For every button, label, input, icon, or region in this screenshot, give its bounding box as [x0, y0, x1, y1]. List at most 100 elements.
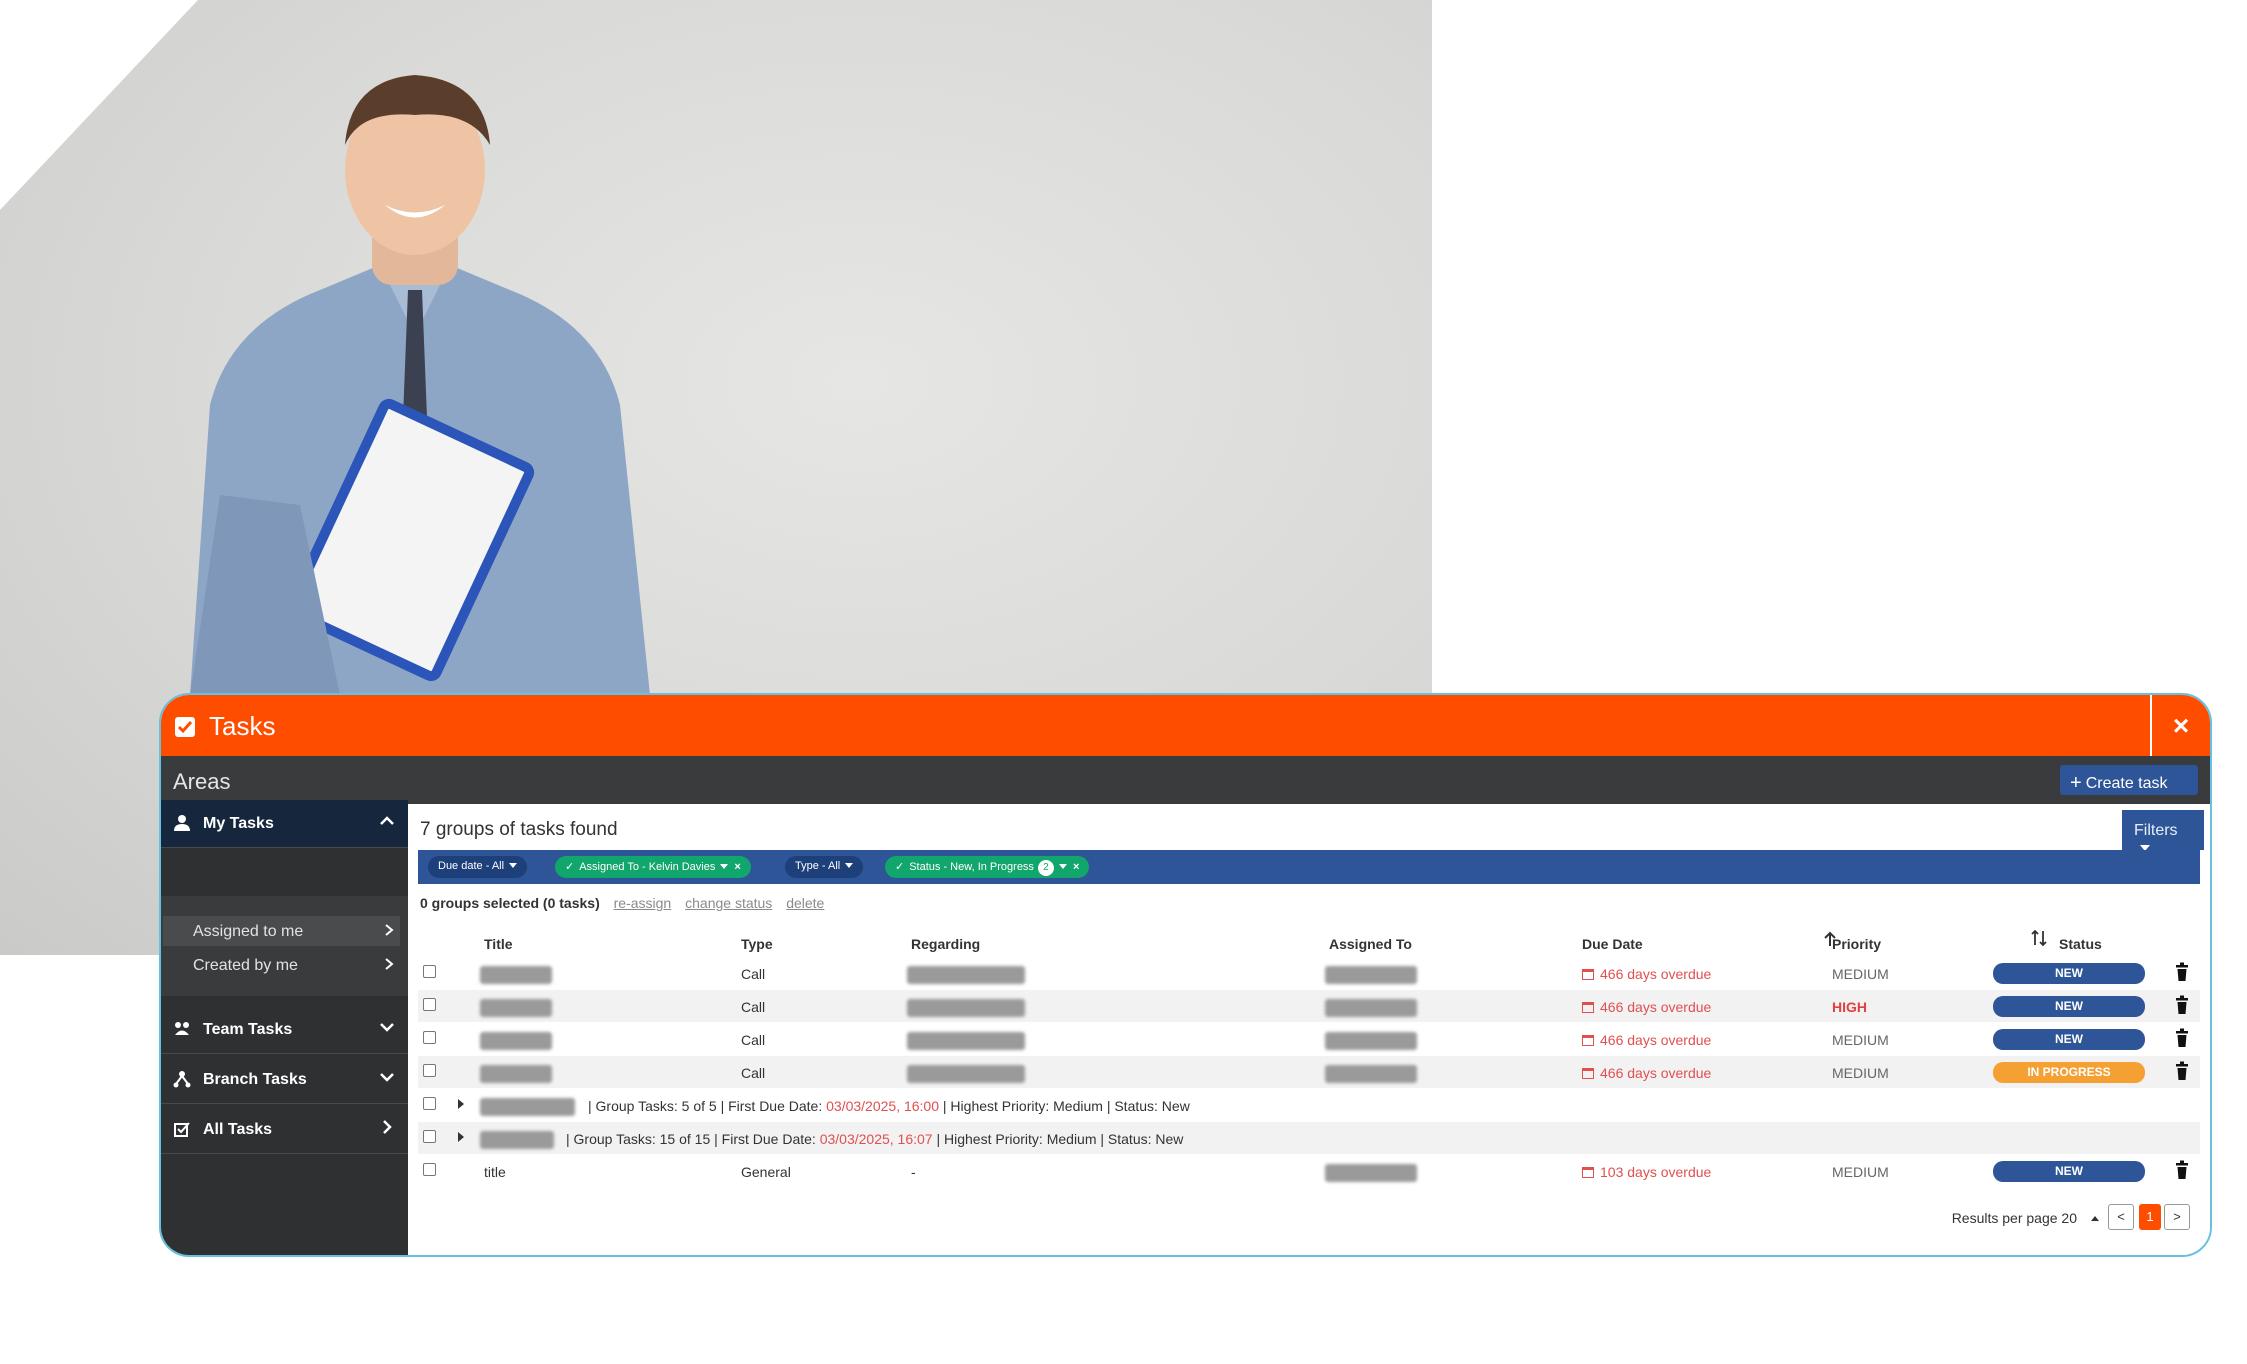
due-date: 466 days overdue	[1582, 1065, 1711, 1081]
assigned-to-redacted	[1325, 1164, 1417, 1182]
status-badge[interactable]: IN PROGRESS	[1993, 1062, 2145, 1083]
chevron-right-icon[interactable]	[378, 1118, 396, 1136]
group-summary: | Group Tasks: 5 of 5 | First Due Date: …	[588, 1098, 1190, 1114]
group-row[interactable]: | Group Tasks: 15 of 15 | First Due Date…	[418, 1122, 2200, 1154]
task-type: Call	[741, 966, 766, 982]
close-button[interactable]: ×	[2150, 695, 2210, 756]
task-title-redacted	[480, 999, 552, 1017]
row-checkbox[interactable]	[423, 1097, 436, 1110]
table-row[interactable]: Call 466 days overdue HIGH NEW	[418, 990, 2200, 1022]
all-tasks-icon	[174, 1122, 190, 1137]
column-priority[interactable]: Priority	[1832, 936, 1881, 952]
trash-icon[interactable]	[2175, 1160, 2189, 1180]
table-row[interactable]: Call 466 days overdue MEDIUM IN PROGRESS	[418, 1056, 2200, 1088]
caret-up-icon	[2091, 1216, 2099, 1221]
trash-icon[interactable]	[2175, 995, 2189, 1015]
plus-icon: +	[2070, 772, 2082, 794]
column-due-date[interactable]: Due Date	[1582, 936, 1643, 952]
calendar-icon	[1582, 1068, 1594, 1079]
caret-down-icon	[509, 863, 518, 868]
filter-chip-assigned-to[interactable]: ✓ Assigned To - Kelvin Davies ×	[555, 856, 751, 878]
filter-chip-type[interactable]: Type - All	[785, 856, 864, 878]
chevron-down-icon[interactable]	[378, 1018, 396, 1036]
status-badge[interactable]: NEW	[1993, 963, 2145, 984]
create-task-button[interactable]: + Create task	[2060, 765, 2198, 795]
column-type[interactable]: Type	[741, 936, 773, 952]
priority: MEDIUM	[1832, 966, 1889, 982]
trash-icon[interactable]	[2175, 1061, 2189, 1081]
table-header: Title Type Regarding Assigned To Due Dat…	[418, 925, 2200, 957]
subitem-created-by-me[interactable]: Created by me	[163, 950, 400, 980]
trash-icon[interactable]	[2175, 962, 2189, 982]
check-icon: ✓	[895, 861, 905, 873]
current-page[interactable]: 1	[2139, 1204, 2161, 1230]
status-badge[interactable]: NEW	[1993, 996, 2145, 1017]
results-per-page[interactable]: Results per page 20	[1952, 1210, 2099, 1226]
results-summary: 7 groups of tasks found	[420, 819, 618, 840]
table-row[interactable]: Call 466 days overdue MEDIUM NEW	[418, 1023, 2200, 1055]
due-date: 466 days overdue	[1582, 999, 1711, 1015]
chip-label: Status - New, In Progress	[909, 861, 1034, 873]
trash-icon[interactable]	[2175, 1028, 2189, 1048]
change-status-link[interactable]: change status	[685, 895, 772, 911]
task-regarding-redacted	[907, 999, 1025, 1017]
group-row[interactable]: | Group Tasks: 5 of 5 | First Due Date: …	[418, 1089, 2200, 1121]
chip-label: Assigned To - Kelvin Davies	[579, 861, 716, 873]
prev-page-button[interactable]: <	[2108, 1204, 2134, 1230]
subitem-assigned-to-me[interactable]: Assigned to me	[163, 916, 400, 946]
person-illustration	[190, 75, 650, 695]
my-tasks-submenu: Assigned to me Created by me	[161, 896, 408, 996]
remove-filter-icon[interactable]: ×	[1073, 861, 1079, 873]
status-badge[interactable]: NEW	[1993, 1161, 2145, 1182]
check-icon: ✓	[565, 861, 575, 873]
calendar-icon	[1582, 1035, 1594, 1046]
filters-button[interactable]: Filters	[2122, 810, 2204, 851]
sidebar-item-branch-tasks[interactable]: Branch Tasks	[161, 1056, 408, 1104]
status-badge[interactable]: NEW	[1993, 1029, 2145, 1050]
reassign-link[interactable]: re-assign	[614, 895, 672, 911]
task-regarding: -	[911, 1164, 916, 1180]
expand-caret-icon[interactable]	[458, 1099, 464, 1109]
remove-filter-icon[interactable]: ×	[734, 861, 740, 873]
table-row[interactable]: title General - 103 days overdue MEDIUM NEW	[418, 1155, 2200, 1187]
row-checkbox[interactable]	[423, 1031, 436, 1044]
table-row[interactable]: Call 466 days overdue MEDIUM NEW	[418, 957, 2200, 989]
sidebar-item-my-tasks[interactable]: My Tasks	[161, 800, 408, 848]
chevron-up-icon[interactable]	[378, 812, 396, 830]
window-title: Tasks	[209, 711, 276, 741]
sidebar-item-team-tasks[interactable]: Team Tasks	[161, 1006, 408, 1054]
selection-bar: 0 groups selected (0 tasks) re-assign ch…	[420, 895, 824, 911]
due-date: 466 days overdue	[1582, 966, 1711, 982]
create-task-label: Create task	[2085, 775, 2168, 792]
chevron-down-icon[interactable]	[378, 1068, 396, 1086]
row-checkbox[interactable]	[423, 998, 436, 1011]
sidebar-item-all-tasks[interactable]: All Tasks	[161, 1106, 408, 1154]
active-filters-bar: Due date - All ✓ Assigned To - Kelvin Dav…	[418, 850, 2200, 884]
top-toolbar: + Create task	[408, 756, 2210, 804]
filter-chip-due-date[interactable]: Due date - All	[428, 856, 528, 878]
caret-down-icon	[1058, 864, 1067, 869]
filter-chip-status[interactable]: ✓ Status - New, In Progress 2 ×	[885, 856, 1090, 878]
chip-label: Due date - All	[438, 860, 505, 872]
column-assigned-to[interactable]: Assigned To	[1329, 936, 1412, 952]
sidebar-item-label: All Tasks	[203, 1121, 273, 1138]
row-checkbox[interactable]	[423, 965, 436, 978]
row-checkbox[interactable]	[423, 1064, 436, 1077]
expand-caret-icon[interactable]	[458, 1132, 464, 1142]
assigned-to-redacted	[1325, 999, 1417, 1017]
due-date: 103 days overdue	[1582, 1164, 1711, 1180]
delete-link[interactable]: delete	[786, 895, 824, 911]
task-type: Call	[741, 1065, 766, 1081]
sidebar-item-label: My Tasks	[203, 815, 274, 832]
row-checkbox[interactable]	[423, 1163, 436, 1176]
row-checkbox[interactable]	[423, 1130, 436, 1143]
column-regarding[interactable]: Regarding	[911, 936, 980, 952]
next-page-button[interactable]: >	[2164, 1204, 2190, 1230]
caret-down-icon	[720, 864, 729, 869]
priority: HIGH	[1832, 999, 1867, 1015]
sort-toggle-icon[interactable]	[2031, 929, 2047, 947]
task-title[interactable]: title	[484, 1164, 506, 1180]
task-title-redacted	[480, 1032, 552, 1050]
column-status[interactable]: Status	[2059, 936, 2102, 952]
column-title[interactable]: Title	[484, 936, 513, 952]
